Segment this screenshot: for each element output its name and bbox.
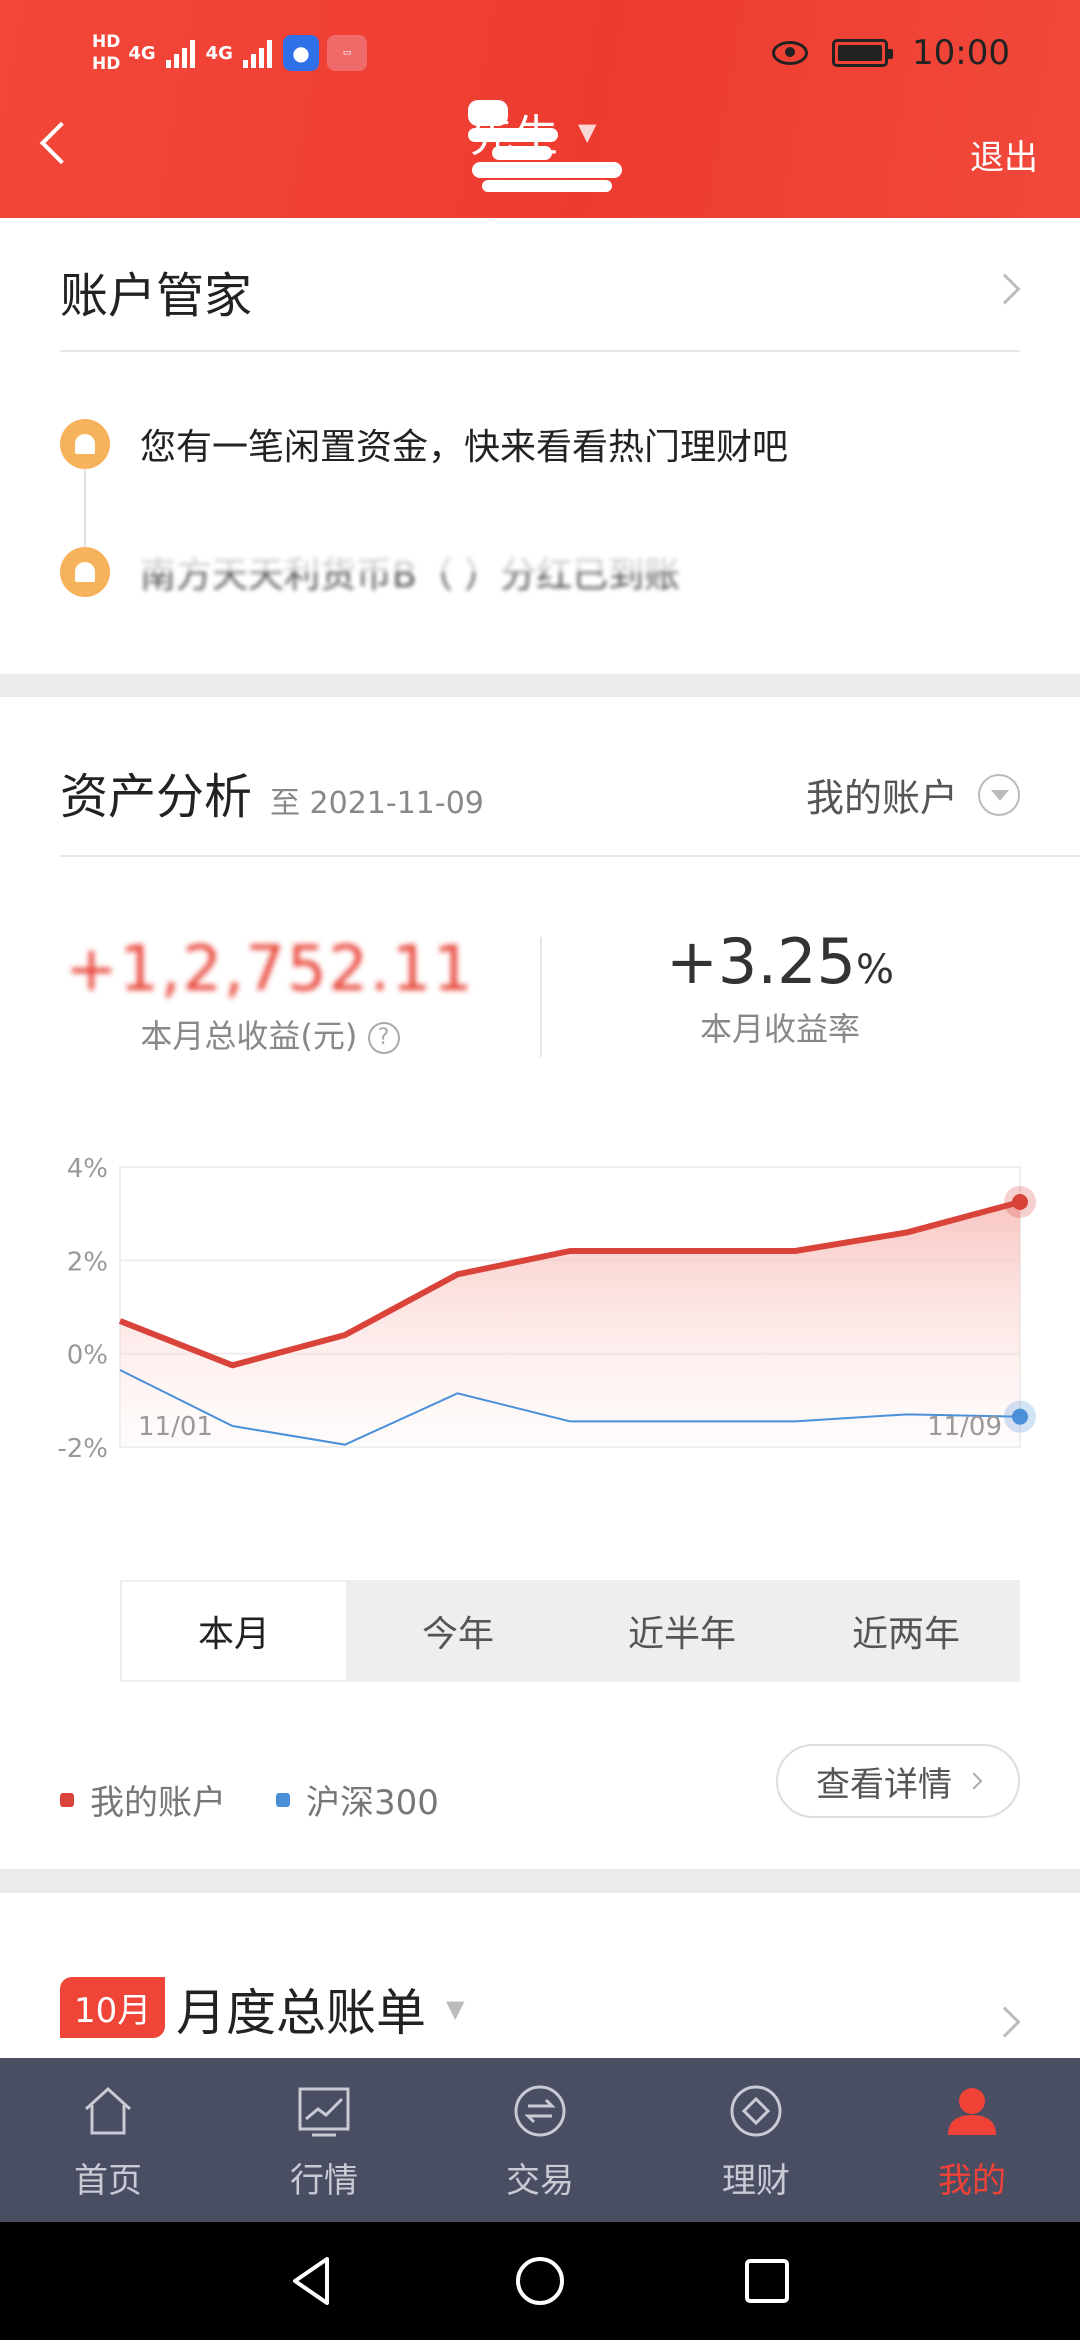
tab-period[interactable]: 本月 [122,1582,346,1680]
eye-comfort-icon [772,41,809,65]
message-item[interactable]: 南方天天利货币B（ ）分红已到账 [60,546,681,598]
month-badge: 10月 [60,1977,166,2038]
account-manager-title: 账户管家 [60,268,253,324]
system-back-icon[interactable] [285,2253,341,2309]
signal-icon [164,36,198,70]
sim-indicator: HD HD [92,32,121,74]
market-chart-icon [298,2087,350,2136]
dropdown-icon [978,773,1020,816]
account-selector[interactable]: 我的账户 [806,767,1020,822]
bell-icon [60,419,110,469]
notification-app-icon: ● [282,35,319,71]
status-time: 10:00 [912,33,1010,73]
as-of-date: 至 2021-11-09 [270,786,484,821]
home-icon [84,2086,132,2134]
tab-period[interactable]: 近半年 [570,1582,794,1680]
network-type-1: 4G [128,42,156,64]
network-type-2: 4G [205,42,233,64]
chevron-right-icon[interactable] [989,2006,1021,2038]
chart-legend: 我的账户 沪深300 [60,1775,439,1824]
nav-market[interactable]: 行情 [216,2058,432,2222]
timeline-line [84,468,86,558]
y-tick-label: 4% [67,1154,108,1184]
monthly-profit-stat: +1,2,752.11 本月总收益(元) ? [60,932,480,1057]
notification-app-icon: ▭ [326,35,367,71]
nav-home[interactable]: 首页 [0,2058,216,2222]
logout-button[interactable]: 退出 [970,130,1038,179]
chevron-down-icon: ▼ [446,1995,465,2023]
redaction-scribble [462,100,652,200]
monthly-bill-card[interactable]: 10月 月度总账单 ▼ [0,1893,1080,2058]
monthly-profit-label: 本月总收益(元) [140,1017,358,1055]
monthly-rate-value: +3.25 [665,925,856,998]
return-chart[interactable]: 4% 2% 0% -2% 11/01 11/09 [0,1117,1080,1577]
monthly-rate-label: 本月收益率 [699,1010,860,1048]
asset-analysis-title: 资产分析 [60,769,253,825]
bell-icon [60,547,110,597]
x-tick-label: 11/09 [927,1412,1002,1442]
legend-swatch [276,1792,290,1807]
tab-period[interactable]: 今年 [346,1582,570,1680]
monthly-profit-value: +1,2,752.11 [65,932,475,1005]
system-nav-bar [0,2222,1080,2340]
message-text: 您有一笔闲置资金，快来看看热门理财吧 [140,427,789,468]
monthly-rate-stat: +3.25% 本月收益率 [580,925,980,1050]
endpoint-halo-mine [1004,1186,1036,1218]
divider [60,855,1080,857]
tab-period[interactable]: 近两年 [794,1582,1018,1680]
signal-icon [241,36,275,70]
vertical-divider [540,937,542,1057]
diamond-icon [730,2085,782,2136]
monthly-rate-unit: % [855,947,894,993]
battery-icon [832,39,894,67]
nav-wealth[interactable]: 理财 [648,2058,864,2222]
divider [60,350,1020,352]
nav-trade[interactable]: 交易 [432,2058,648,2222]
back-icon[interactable] [39,121,83,165]
exchange-icon [514,2085,566,2136]
account-manager-card: 账户管家 您有一笔闲置资金，快来看看热门理财吧 南方天天利货币B（ ）分红已到账 [0,218,1080,674]
monthly-bill-title: 月度总账单 [176,1984,426,2042]
system-recents-icon[interactable] [739,2253,795,2309]
legend-swatch [60,1792,74,1807]
app-header: HD HD 4G 4G ● ▭ 10:00 先生 ▼ 退出 [0,0,1080,218]
message-item[interactable]: 您有一笔闲置资金，快来看看热门理财吧 [60,418,788,470]
chevron-right-icon[interactable] [989,273,1021,305]
chevron-right-icon [965,1772,983,1790]
message-text: 南方天天利货币B（ ）分红已到账 [140,546,681,598]
help-icon[interactable]: ? [367,1022,400,1054]
asset-analysis-card: 资产分析 至 2021-11-09 我的账户 +1,2,752.11 本月总收益… [0,697,1080,1869]
y-tick-label: -2% [57,1434,108,1464]
legend-item-mine: 我的账户 [60,1775,226,1824]
y-tick-label: 0% [67,1341,108,1371]
user-icon [948,2087,996,2135]
system-home-icon[interactable] [512,2253,568,2309]
endpoint-halo-index [1004,1400,1036,1433]
status-bar: HD HD 4G 4G ● ▭ 10:00 [0,18,1080,88]
view-details-button[interactable]: 查看详情 [776,1744,1020,1818]
x-tick-label: 11/01 [138,1412,213,1442]
bottom-nav: 首页 行情 交易 理财 我的 [0,2058,1080,2222]
legend-item-index: 沪深300 [276,1775,439,1824]
nav-mine[interactable]: 我的 [864,2058,1080,2222]
y-tick-label: 2% [67,1247,108,1277]
period-tabs: 本月 今年 近半年 近两年 [120,1580,1020,1682]
